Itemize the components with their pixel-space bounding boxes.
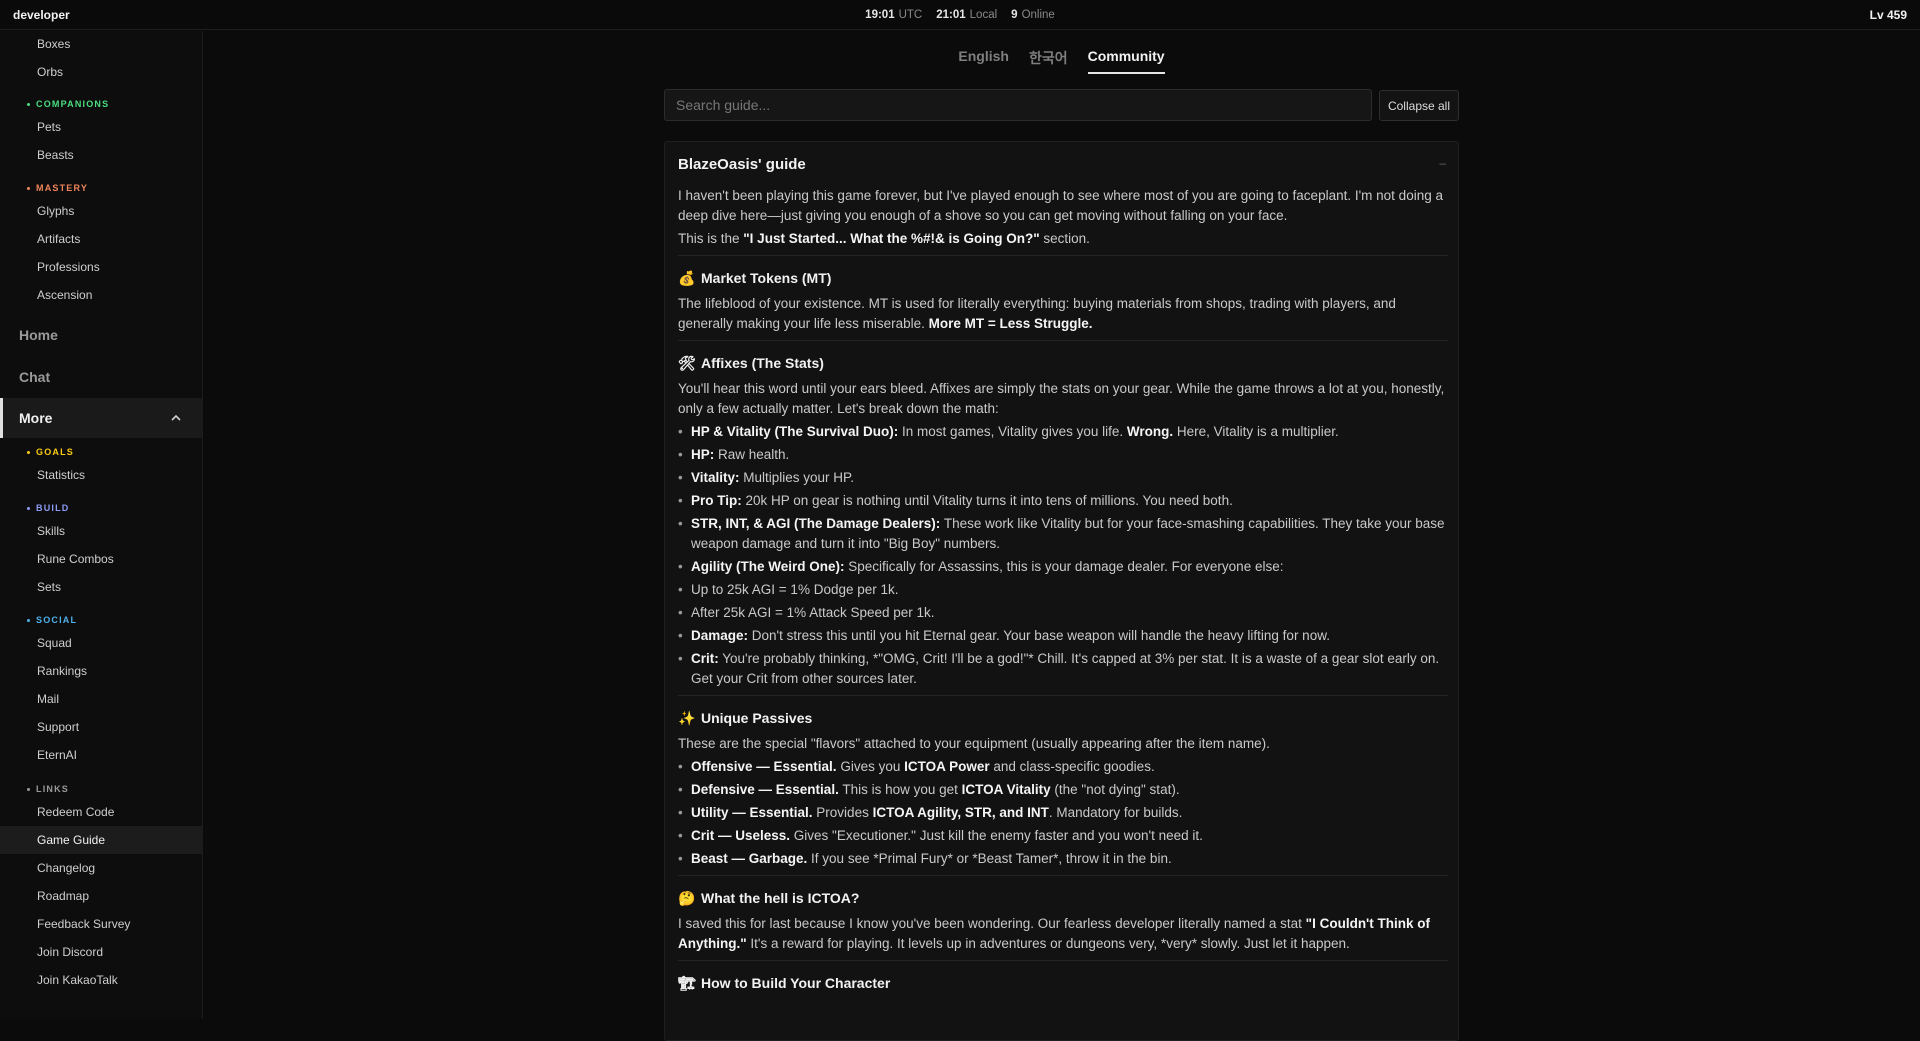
guide-content: I haven't been playing this game forever… (678, 186, 1448, 999)
passives-list: Offensive — Essential. Gives you ICTOA P… (678, 757, 1448, 869)
collapse-icon[interactable]: – (1439, 156, 1446, 170)
sidebar-item-rankings[interactable]: Rankings (37, 664, 87, 678)
sidebar-item-pets[interactable]: Pets (37, 120, 61, 134)
money-bag-icon: 💰 (678, 270, 696, 286)
divider (678, 255, 1448, 256)
chevron-up-icon (171, 414, 181, 421)
tab-community[interactable]: Community (1087, 48, 1165, 74)
category-links: LINKS (27, 784, 69, 794)
server-status: 19:01 UTC 21:01 Local 9 Online (0, 0, 1920, 30)
guide-title: BlazeOasis' guide (678, 156, 806, 173)
nav-chat[interactable]: Chat (19, 369, 50, 385)
intro-paragraph: I haven't been playing this game forever… (678, 188, 1443, 223)
collapse-all-button[interactable]: Collapse all (1379, 90, 1459, 121)
section-heading-unique-passives: ✨ Unique Passives (678, 710, 813, 726)
sparkles-icon: ✨ (678, 710, 696, 726)
sidebar-item-rune-combos[interactable]: Rune Combos (37, 552, 114, 566)
construction-icon: 🏗 (678, 975, 696, 991)
section-heading-ictoa: 🤔 What the hell is ICTOA? (678, 890, 860, 906)
sidebar-item-skills[interactable]: Skills (37, 524, 65, 538)
language-tabs: English 한국어 Community (0, 48, 1920, 74)
section-heading-market-tokens: 💰 Market Tokens (MT) (678, 270, 832, 286)
list-item: Up to 25k AGI = 1% Dodge per 1k. (678, 580, 1448, 600)
list-item: HP: Raw health. (678, 445, 1448, 465)
sidebar-item-artifacts[interactable]: Artifacts (37, 232, 80, 246)
list-item: Beast — Garbage. If you see *Primal Fury… (678, 849, 1448, 869)
sidebar-item-statistics[interactable]: Statistics (37, 468, 85, 482)
list-item: Vitality: Multiplies your HP. (678, 468, 1448, 488)
tab-english[interactable]: English (958, 48, 1009, 74)
sidebar-item-game-guide[interactable]: Game Guide (37, 833, 105, 847)
sidebar-item-join-discord[interactable]: Join Discord (37, 945, 103, 959)
sidebar-item-redeem-code[interactable]: Redeem Code (37, 805, 114, 819)
divider (678, 960, 1448, 961)
utc-clock: 19:01 UTC (865, 9, 923, 21)
category-mastery: MASTERY (27, 183, 88, 193)
divider (678, 695, 1448, 696)
list-item: Utility — Essential. Provides ICTOA Agil… (678, 803, 1448, 823)
thinking-face-icon: 🤔 (678, 890, 696, 906)
list-item: Offensive — Essential. Gives you ICTOA P… (678, 757, 1448, 777)
ictoa-paragraph: I saved this for last because I know you… (678, 916, 1431, 951)
sidebar-item-eternai[interactable]: EternAI (37, 748, 77, 762)
tools-icon: 🛠 (678, 355, 696, 371)
sidebar-item-join-kakaotalk[interactable]: Join KakaoTalk (37, 973, 118, 987)
divider (678, 875, 1448, 876)
nav-more-label: More (19, 410, 53, 426)
list-item: Agility (The Weird One): Specifically fo… (678, 557, 1448, 577)
list-item: Defensive — Essential. This is how you g… (678, 780, 1448, 800)
sidebar: Boxes Orbs COMPANIONS Pets Beasts MASTER… (0, 31, 203, 1019)
sidebar-item-roadmap[interactable]: Roadmap (37, 889, 89, 903)
category-build: BUILD (27, 503, 70, 513)
list-item: Damage: Don't stress this until you hit … (678, 626, 1448, 646)
sidebar-item-changelog[interactable]: Changelog (37, 861, 95, 875)
tab-korean[interactable]: 한국어 (1029, 48, 1068, 74)
sidebar-item-beasts[interactable]: Beasts (37, 148, 74, 162)
affixes-paragraph: You'll hear this word until your ears bl… (678, 381, 1445, 416)
sidebar-item-professions[interactable]: Professions (37, 260, 100, 274)
nav-more[interactable]: More (0, 398, 202, 438)
sidebar-item-ascension[interactable]: Ascension (37, 288, 92, 302)
top-bar: developer 19:01 UTC 21:01 Local 9 Online Lv… (0, 0, 1920, 30)
sidebar-item-feedback-survey[interactable]: Feedback Survey (37, 917, 130, 931)
sidebar-item-mail[interactable]: Mail (37, 692, 59, 706)
online-count: 9 Online (1011, 9, 1055, 21)
list-item: Crit — Useless. Gives "Executioner." Jus… (678, 826, 1448, 846)
section-heading-affixes: 🛠 Affixes (The Stats) (678, 355, 824, 371)
category-social: SOCIAL (27, 615, 77, 625)
divider (678, 340, 1448, 341)
section-heading-build: 🏗 How to Build Your Character (678, 975, 891, 991)
affixes-list: HP & Vitality (The Survival Duo): In mos… (678, 422, 1448, 689)
market-tokens-paragraph: The lifeblood of your existence. MT is u… (678, 296, 1396, 331)
sidebar-item-sets[interactable]: Sets (37, 580, 61, 594)
list-item: Crit: You're probably thinking, *"OMG, C… (678, 649, 1448, 689)
sidebar-item-glyphs[interactable]: Glyphs (37, 204, 74, 218)
intro-section-line: This is the "I Just Started... What the … (678, 231, 1090, 246)
category-companions: COMPANIONS (27, 99, 109, 109)
sidebar-item-squad[interactable]: Squad (37, 636, 72, 650)
sidebar-item-support[interactable]: Support (37, 720, 79, 734)
search-input[interactable] (664, 89, 1372, 121)
list-item: HP & Vitality (The Survival Duo): In mos… (678, 422, 1448, 442)
list-item: After 25k AGI = 1% Attack Speed per 1k. (678, 603, 1448, 623)
passives-paragraph: These are the special "flavors" attached… (678, 736, 1270, 751)
nav-home[interactable]: Home (19, 327, 58, 343)
list-item: Pro Tip: 20k HP on gear is nothing until… (678, 491, 1448, 511)
local-clock: 21:01 Local (936, 9, 998, 21)
category-goals: GOALS (27, 447, 74, 457)
guide-card: BlazeOasis' guide – I haven't been playi… (664, 141, 1459, 1041)
list-item: STR, INT, & AGI (The Damage Dealers): Th… (678, 514, 1448, 554)
player-level: Lv 459 (1869, 7, 1907, 22)
